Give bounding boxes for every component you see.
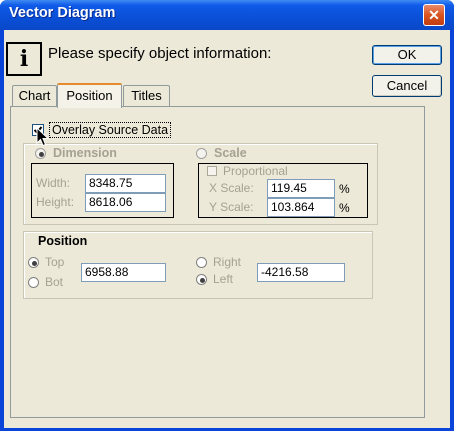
tab-panel-position: Overlay Source Data Dimension Width: 834… bbox=[10, 106, 425, 418]
bot-label: Bot bbox=[45, 275, 64, 289]
height-field[interactable]: 8618.06 bbox=[85, 193, 166, 212]
x-scale-field[interactable]: 119.45 bbox=[267, 179, 335, 198]
x-scale-label: X Scale: bbox=[209, 181, 254, 195]
x-scale-unit: % bbox=[339, 182, 350, 196]
right-label: Right bbox=[213, 255, 242, 269]
width-field[interactable]: 8348.75 bbox=[85, 174, 166, 193]
bot-radio[interactable] bbox=[28, 277, 39, 288]
y-scale-field[interactable]: 103.864 bbox=[267, 198, 335, 217]
close-icon[interactable]: ✕ bbox=[423, 4, 445, 26]
left-label: Left bbox=[213, 272, 234, 286]
top-label: Top bbox=[45, 255, 65, 269]
y-scale-unit: % bbox=[339, 201, 350, 215]
ok-button[interactable]: OK bbox=[372, 45, 442, 65]
tab-position[interactable]: Position bbox=[57, 83, 122, 108]
width-label: Width: bbox=[36, 176, 71, 190]
tab-chart[interactable]: Chart bbox=[12, 85, 57, 107]
dimension-label: Dimension bbox=[53, 146, 117, 160]
horizontal-position-field[interactable]: -4216.58 bbox=[257, 263, 345, 282]
height-label: Height: bbox=[36, 195, 75, 209]
window-title: Vector Diagram bbox=[9, 5, 116, 21]
mouse-pointer-icon bbox=[36, 127, 50, 147]
top-radio[interactable] bbox=[28, 257, 39, 268]
scale-radio[interactable] bbox=[196, 148, 207, 159]
prompt-text: Please specify object information: bbox=[48, 45, 272, 62]
y-scale-label: Y Scale: bbox=[209, 200, 254, 214]
left-radio[interactable] bbox=[196, 274, 207, 285]
proportional-checkbox[interactable] bbox=[207, 166, 217, 176]
title-bar[interactable]: Vector Diagram ✕ bbox=[0, 0, 454, 30]
info-icon-box: i bbox=[6, 42, 42, 76]
info-icon: i bbox=[19, 46, 29, 72]
tab-titles[interactable]: Titles bbox=[123, 85, 170, 107]
overlay-label[interactable]: Overlay Source Data bbox=[49, 122, 172, 138]
vertical-position-field[interactable]: 6958.88 bbox=[81, 263, 166, 282]
right-radio[interactable] bbox=[196, 257, 207, 268]
scale-label: Scale bbox=[214, 146, 247, 160]
dimension-radio[interactable] bbox=[35, 148, 46, 159]
proportional-label: Proportional bbox=[223, 164, 288, 178]
position-title: Position bbox=[38, 234, 88, 248]
cancel-button[interactable]: Cancel bbox=[372, 75, 442, 97]
